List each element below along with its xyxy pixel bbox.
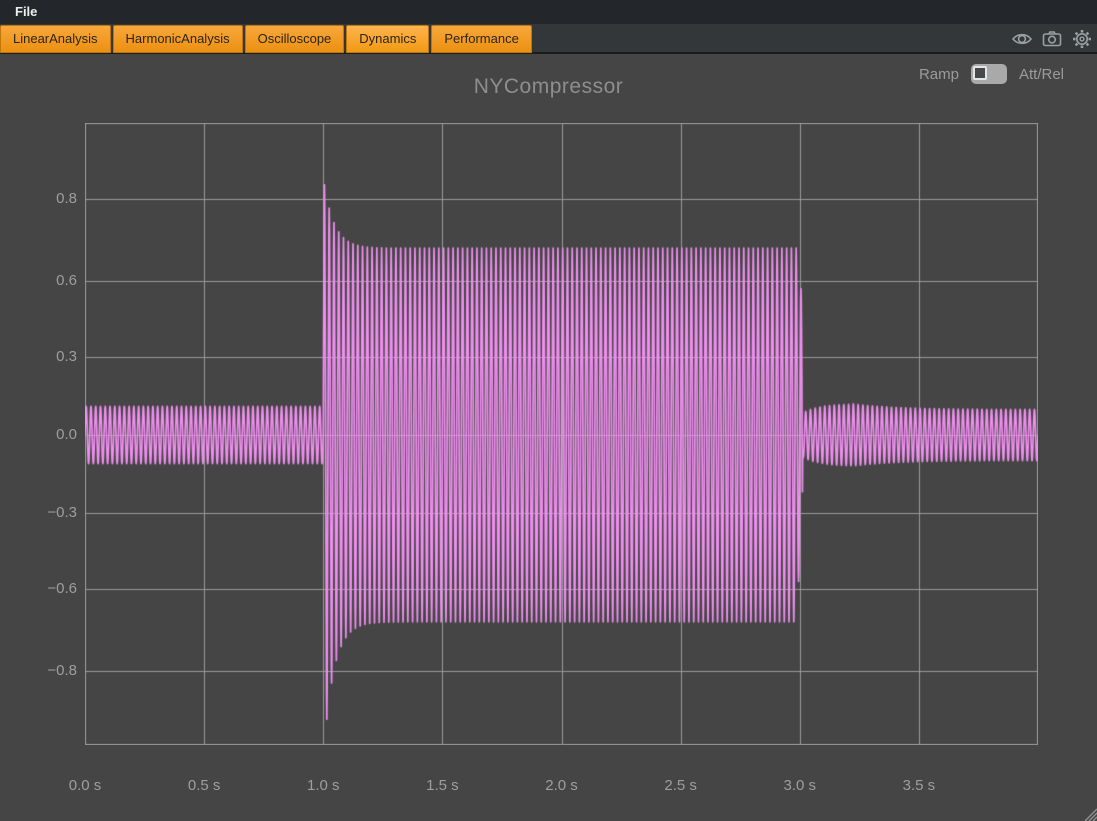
x-tick-label: 0.5 s [169, 776, 239, 796]
x-tick-label: 0.0 s [50, 776, 120, 796]
y-tick-label: 0.3 [0, 347, 77, 367]
y-tick-label: −0.6 [0, 579, 77, 599]
toolbar-icons [1011, 28, 1093, 50]
tab-dynamics[interactable]: Dynamics [346, 25, 429, 53]
x-tick-label: 3.0 s [765, 776, 835, 796]
app-window: File LinearAnalysisHarmonicAnalysisOscil… [0, 0, 1097, 821]
gear-icon[interactable] [1071, 28, 1093, 50]
tab-linearanalysis[interactable]: LinearAnalysis [0, 25, 111, 53]
camera-icon[interactable] [1041, 28, 1063, 50]
resize-grip[interactable] [1079, 803, 1097, 821]
y-tick-label: 0.0 [0, 425, 77, 445]
y-tick-label: 0.8 [0, 189, 77, 209]
y-tick-label: 0.6 [0, 271, 77, 291]
x-tick-label: 2.5 s [646, 776, 716, 796]
tab-bar: LinearAnalysisHarmonicAnalysisOscillosco… [0, 24, 1097, 54]
eye-icon[interactable] [1011, 28, 1033, 50]
waveform-plot [85, 123, 1038, 745]
x-tick-label: 1.5 s [407, 776, 477, 796]
y-tick-label: −0.3 [0, 503, 77, 523]
tab-strip: LinearAnalysisHarmonicAnalysisOscillosco… [0, 25, 534, 53]
menu-file[interactable]: File [15, 0, 37, 24]
tab-performance[interactable]: Performance [431, 25, 531, 53]
y-tick-label: −0.8 [0, 661, 77, 681]
x-tick-label: 2.0 s [527, 776, 597, 796]
waveform-canvas[interactable] [85, 123, 1038, 745]
menu-bar: File [0, 0, 1097, 24]
x-tick-label: 3.5 s [884, 776, 954, 796]
tab-harmonicanalysis[interactable]: HarmonicAnalysis [113, 25, 243, 53]
x-tick-label: 1.0 s [288, 776, 358, 796]
chart-title: NYCompressor [0, 75, 1097, 99]
tab-oscilloscope[interactable]: Oscilloscope [245, 25, 345, 53]
